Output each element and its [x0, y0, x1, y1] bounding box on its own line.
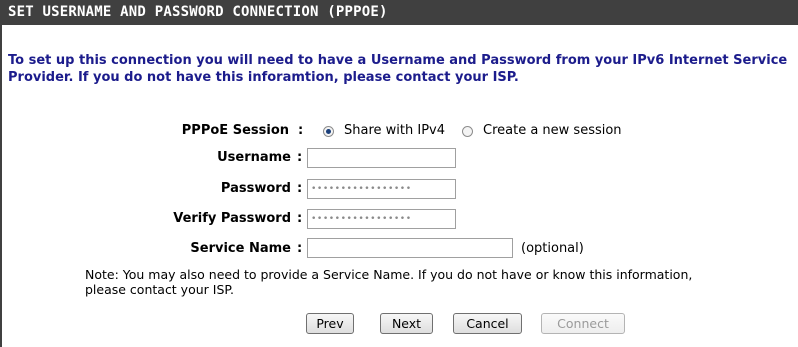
- optional-hint: (optional): [521, 241, 584, 256]
- pppoe-setup-panel: SET USERNAME AND PASSWORD CONNECTION (PP…: [0, 0, 798, 347]
- colon: :: [297, 150, 303, 165]
- username-field[interactable]: [307, 148, 456, 168]
- colon: :: [297, 211, 303, 226]
- service-name-note: Note: You may also need to provide a Ser…: [85, 267, 693, 297]
- radio-share-ipv4-label[interactable]: Share with IPv4: [344, 123, 445, 138]
- radio-share-ipv4[interactable]: [323, 126, 334, 137]
- colon: :: [297, 181, 303, 196]
- connect-button[interactable]: Connect: [541, 313, 625, 334]
- next-button[interactable]: Next: [380, 313, 433, 334]
- prev-button[interactable]: Prev: [306, 313, 354, 334]
- section-header: SET USERNAME AND PASSWORD CONNECTION (PP…: [0, 0, 798, 25]
- radio-create-new-session[interactable]: [462, 126, 473, 137]
- service-name-label: Service Name: [190, 241, 291, 256]
- pppoe-session-label: PPPoE Session: [181, 123, 289, 138]
- intro-text: To set up this connection you will need …: [8, 53, 788, 85]
- radio-create-new-session-label[interactable]: Create a new session: [483, 123, 622, 138]
- password-label: Password: [220, 181, 291, 196]
- cancel-button[interactable]: Cancel: [453, 313, 522, 334]
- service-name-field[interactable]: [307, 238, 513, 258]
- password-field[interactable]: •••••••••••••••••: [307, 179, 456, 199]
- colon: :: [297, 241, 303, 256]
- panel-border: [0, 25, 2, 347]
- verify-password-field[interactable]: •••••••••••••••••: [307, 209, 456, 229]
- username-label: Username: [217, 150, 291, 165]
- verify-password-label: Verify Password: [173, 211, 291, 226]
- colon: :: [298, 123, 304, 138]
